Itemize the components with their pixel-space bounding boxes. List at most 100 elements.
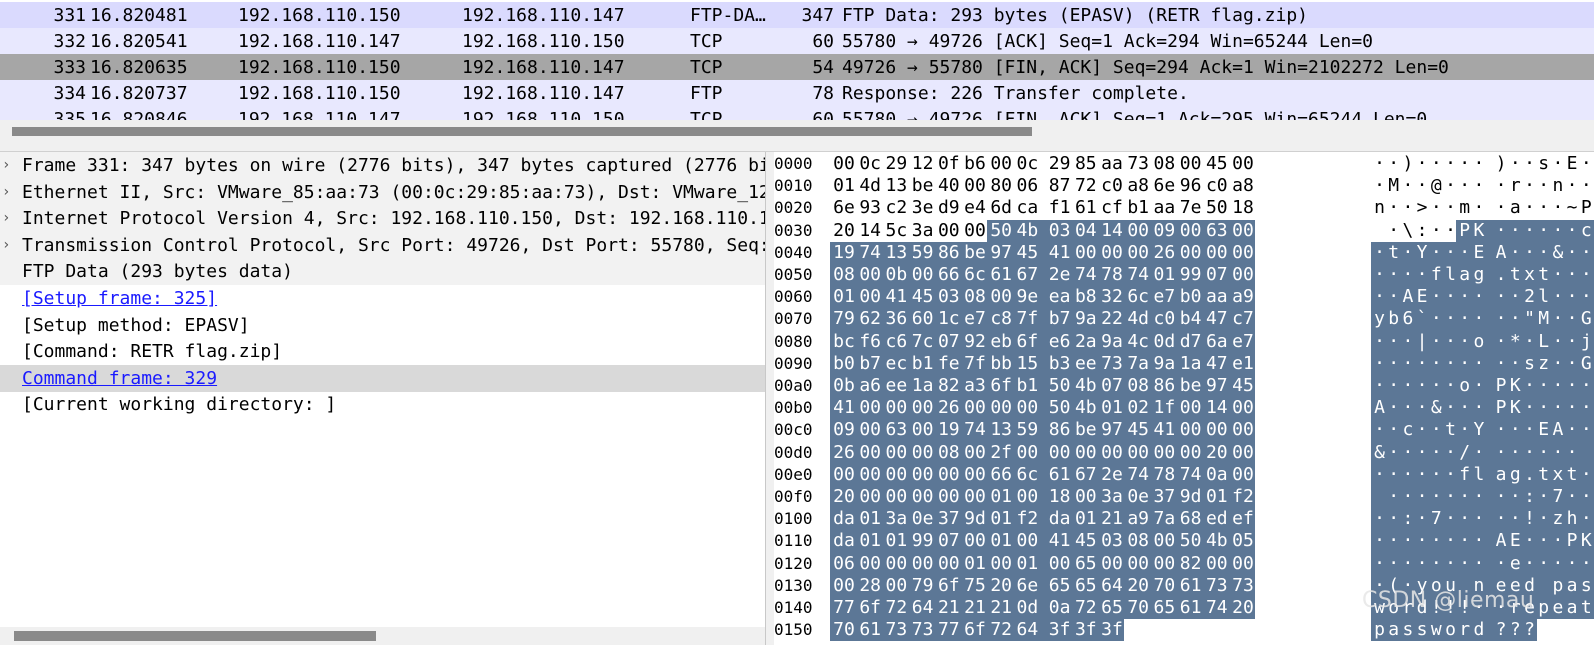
ascii-char[interactable]: ! — [1522, 508, 1537, 531]
hex-byte[interactable]: e6 — [1047, 330, 1072, 353]
ascii-char[interactable]: · — [1443, 308, 1458, 331]
hex-byte[interactable]: b1 — [1015, 375, 1040, 397]
ascii-char[interactable]: · — [1414, 486, 1430, 508]
ascii-char[interactable]: · — [1564, 241, 1580, 264]
hex-row[interactable]: 00a0 0b a6 ee 1a 82 a3 6f b1 50 4b 07 08 86 be 97 45 · · · ·… — [774, 375, 1594, 398]
hex-byte[interactable]: 3f — [1047, 619, 1072, 642]
ascii-char[interactable]: · — [1372, 330, 1387, 353]
hex-byte[interactable]: 75 — [963, 574, 987, 597]
ascii-char[interactable]: · — [1507, 219, 1523, 242]
hex-byte[interactable]: 4d — [858, 175, 882, 197]
hex-byte[interactable]: 67 — [1015, 264, 1040, 286]
ascii-char[interactable]: · — [1457, 508, 1473, 531]
ascii-char[interactable]: · — [1386, 220, 1401, 242]
ascii-char[interactable]: · — [1536, 197, 1551, 219]
hex-row[interactable]: 0080 bc f6 c6 7c 07 92 eb 6f e6 2a 9a 4c 0d d7 6a e7 · · · |… — [774, 330, 1594, 353]
ascii-char[interactable]: & — [1428, 397, 1444, 420]
hex-byte[interactable]: 01 — [1100, 397, 1124, 420]
packet-row[interactable]: 333 16.820635 192.168.110.150 192.168.110.1… — [0, 54, 1594, 81]
ascii-char[interactable]: d — [1471, 619, 1487, 642]
hex-byte[interactable]: 00 — [963, 441, 987, 464]
hex-byte[interactable]: 08 — [936, 441, 961, 464]
hex-byte[interactable]: 74 — [858, 241, 883, 264]
ascii-char[interactable]: K — [1507, 397, 1523, 420]
expand-arrow-icon[interactable]: › — [2, 232, 10, 259]
ascii-char[interactable]: · — [1522, 241, 1537, 264]
ascii-char[interactable]: h — [1564, 508, 1580, 531]
ascii-char[interactable]: E — [1565, 153, 1580, 175]
ascii-char[interactable]: · — [1493, 441, 1509, 464]
ascii-char[interactable]: · — [1507, 286, 1523, 309]
ascii-char[interactable]: · — [1414, 264, 1430, 286]
hex-byte[interactable]: 00 — [1231, 397, 1255, 420]
ascii-char[interactable]: " — [1522, 308, 1537, 331]
ascii-char[interactable]: · — [1471, 441, 1487, 464]
hex-byte[interactable]: 07 — [936, 530, 961, 553]
ascii-char[interactable]: · — [1443, 486, 1458, 508]
hex-byte[interactable]: 00 — [1100, 552, 1124, 575]
hex-row[interactable]: 0000 00 0c 29 12 0f b6 00 0c 29 85 aa 73 08 00 45 00 · ·) ·… — [774, 153, 1594, 175]
hex-byte[interactable]: d7 — [1178, 330, 1203, 353]
ascii-char[interactable]: · — [1536, 441, 1552, 464]
hex-byte[interactable]: 14 — [1204, 397, 1229, 420]
hex-byte[interactable]: 00 — [858, 441, 883, 464]
hex-byte[interactable]: 00 — [858, 397, 883, 420]
hex-byte[interactable]: 00 — [936, 486, 961, 508]
hex-byte[interactable]: 64 — [910, 597, 935, 619]
hex-byte[interactable]: 61 — [1178, 597, 1203, 619]
ascii-char[interactable]: K — [1471, 219, 1487, 242]
hex-byte[interactable]: 61 — [858, 619, 883, 642]
ascii-char[interactable]: · — [1578, 419, 1594, 442]
hex-byte[interactable]: 00 — [1015, 441, 1040, 464]
hex-byte[interactable]: 00 — [1231, 264, 1255, 286]
hex-byte[interactable]: 13 — [884, 175, 908, 197]
hex-byte[interactable]: 41 — [884, 286, 909, 309]
ascii-char[interactable]: · — [1536, 375, 1552, 397]
tree-item-link[interactable]: [Setup frame: 325] — [22, 285, 217, 312]
ascii-char[interactable]: | — [1414, 330, 1430, 353]
hex-byte[interactable]: 08 — [832, 264, 856, 286]
ascii-char[interactable]: · — [1443, 220, 1458, 242]
hex-byte[interactable]: 01 — [989, 530, 1014, 553]
hex-byte[interactable]: 00 — [832, 153, 856, 175]
ascii-char[interactable]: n — [1550, 175, 1565, 197]
packet-row[interactable]: 335 16.820846 192.168.110.147 192.168.110.1… — [0, 106, 1594, 120]
hex-byte[interactable]: f1 — [1048, 197, 1072, 219]
tree-item[interactable]: [Command: RETR flag.zip] — [0, 338, 765, 365]
ascii-char[interactable]: a — [1386, 619, 1402, 642]
ascii-char[interactable]: · — [1414, 441, 1430, 464]
ascii-char[interactable]: l — [1471, 463, 1487, 486]
packet-bytes-pane[interactable]: 0000 00 0c 29 12 0f b6 00 0c 29 85 aa 73 08 00 45 00 · ·) ·… — [774, 152, 1594, 645]
ascii-char[interactable]: G — [1578, 352, 1594, 375]
ascii-char[interactable]: · — [1457, 419, 1473, 442]
hex-byte[interactable]: 00 — [1204, 552, 1229, 575]
hex-byte[interactable]: 26 — [1152, 241, 1177, 264]
hex-row[interactable]: 0090 b0 b7 ec b1 fe 7f bb 15 b3 ee 73 7a 9a 1a 47 e1 · · · ·… — [774, 352, 1594, 375]
hex-byte[interactable]: 00 — [1231, 241, 1255, 264]
hex-byte[interactable]: 2e — [1100, 463, 1124, 486]
hex-byte[interactable]: 00 — [1126, 241, 1151, 264]
ascii-char[interactable]: · — [1471, 197, 1486, 219]
ascii-char[interactable]: · — [1522, 375, 1537, 397]
hex-byte[interactable]: 4b — [1204, 530, 1229, 553]
hex-byte[interactable]: 20 — [832, 220, 856, 242]
ascii-char[interactable]: · — [1507, 486, 1523, 508]
ascii-char[interactable]: e — [1550, 597, 1566, 619]
hex-byte[interactable]: 65 — [1047, 574, 1072, 597]
hex-byte[interactable]: 0e — [1126, 486, 1151, 508]
hex-byte[interactable]: 00 — [858, 463, 883, 486]
ascii-char[interactable]: b — [1386, 308, 1402, 331]
hex-byte[interactable]: 13 — [989, 419, 1014, 442]
ascii-char[interactable]: l — [1536, 286, 1552, 309]
hex-byte[interactable]: b8 — [1073, 286, 1098, 309]
ascii-char[interactable]: · — [1507, 352, 1523, 375]
packet-list[interactable]: 331 16.820481 192.168.110.150 192.168.110.1… — [0, 0, 1594, 120]
hex-byte[interactable]: 00 — [963, 486, 987, 508]
hex-byte[interactable]: 45 — [910, 286, 935, 309]
ascii-char[interactable]: * — [1507, 330, 1523, 353]
ascii-char[interactable]: · — [1522, 197, 1537, 219]
hex-byte[interactable]: ed — [1204, 508, 1229, 531]
ascii-char[interactable]: · — [1536, 219, 1552, 242]
hex-byte[interactable]: 70 — [1126, 597, 1151, 619]
ascii-char[interactable]: o — [1443, 619, 1458, 642]
